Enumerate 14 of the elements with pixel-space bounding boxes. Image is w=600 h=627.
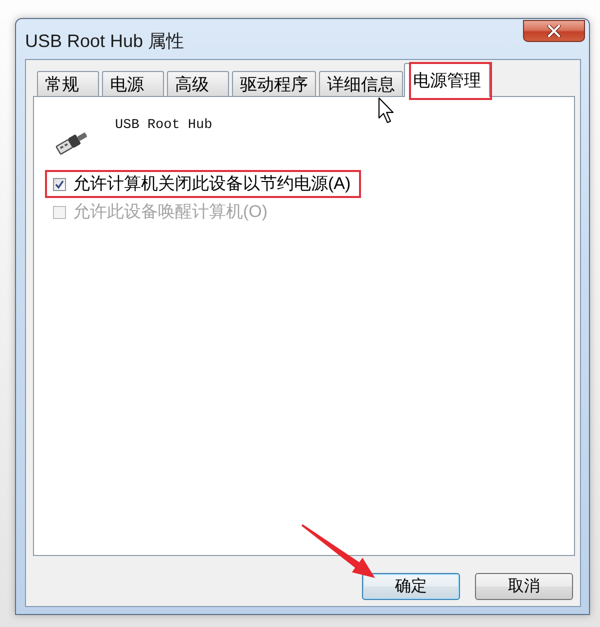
tab[interactable]: 电源 (102, 71, 164, 97)
tab[interactable]: 电源管理 (404, 63, 490, 97)
window-title: USB Root Hub 属性 (25, 30, 184, 53)
tab[interactable]: 详细信息 (319, 71, 403, 97)
tab[interactable]: 高级 (167, 71, 229, 97)
tab[interactable]: 驱动程序 (232, 71, 316, 97)
close-icon (547, 25, 561, 37)
checkbox-label[interactable]: 允许计算机关闭此设备以节约电源(A) (73, 174, 351, 194)
checkbox[interactable] (53, 178, 66, 190)
dialog-button[interactable]: 确定 (362, 573, 460, 600)
close-button[interactable] (523, 20, 585, 42)
tab[interactable]: 常规 (37, 71, 99, 97)
dialog-button[interactable]: 取消 (475, 573, 573, 600)
device-name: USB Root Hub (115, 118, 212, 134)
